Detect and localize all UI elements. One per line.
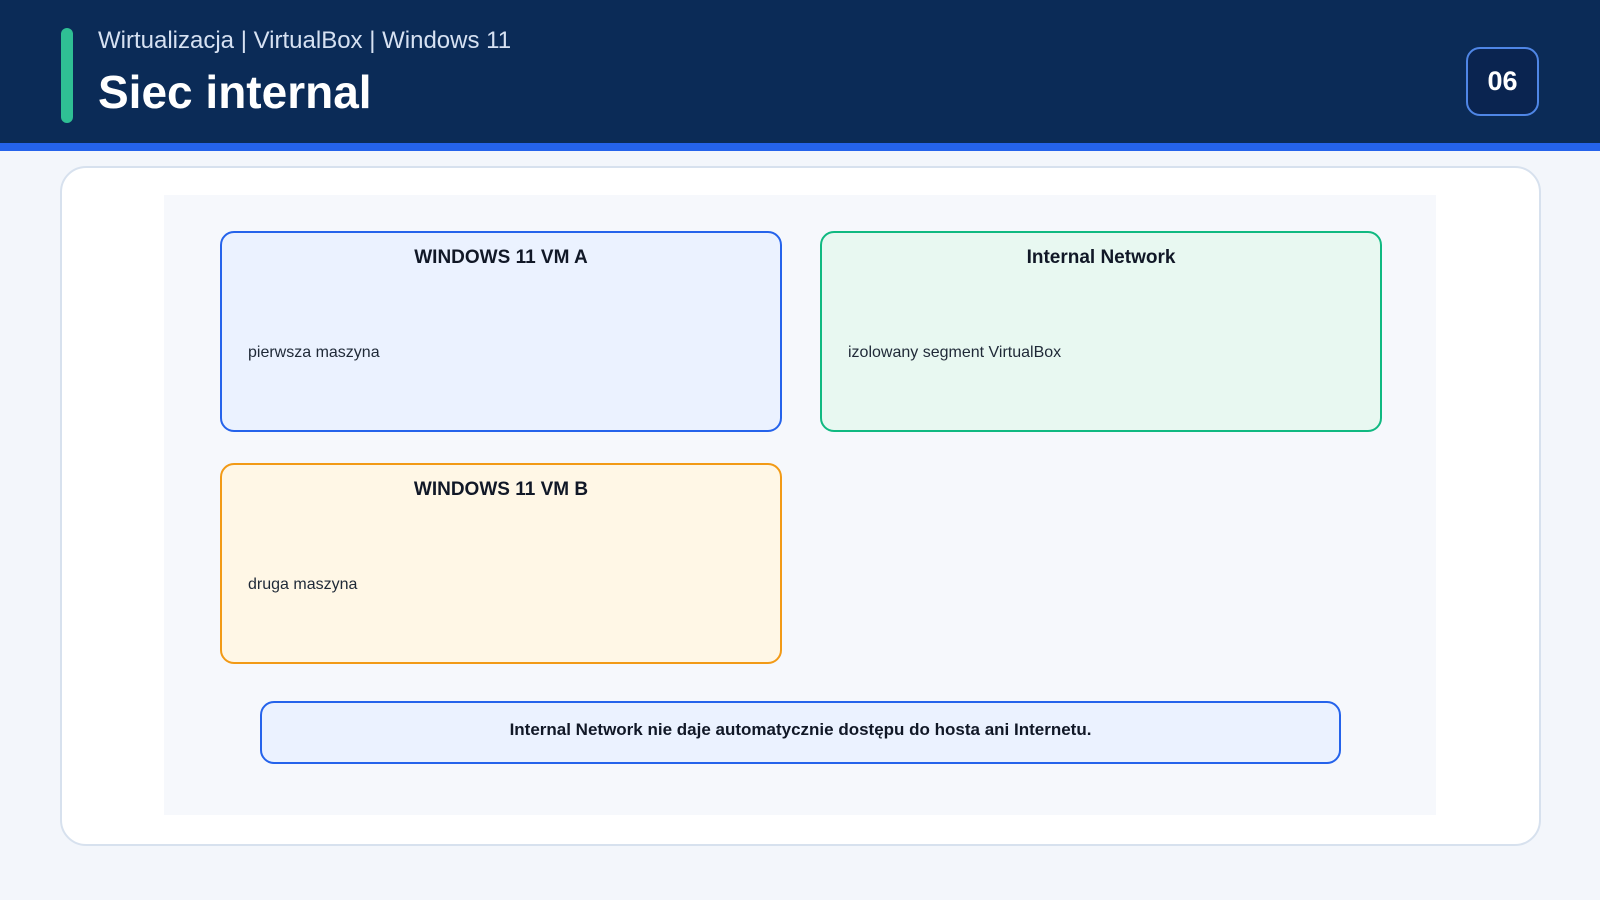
page-number-badge: 06 bbox=[1466, 47, 1539, 116]
node-vm-a-title: WINDOWS 11 VM A bbox=[414, 247, 588, 268]
node-vm-a-description: pierwsza maszyna bbox=[248, 344, 380, 361]
node-vm-b-title: WINDOWS 11 VM B bbox=[413, 479, 589, 500]
header-stripe bbox=[0, 143, 1600, 151]
node-vm-b: WINDOWS 11 VM B druga maszyna bbox=[220, 463, 782, 664]
page-title: Siec internal bbox=[98, 66, 372, 118]
note-text: Internal Network nie daje automatycznie … bbox=[509, 720, 1092, 739]
node-vm-b-description: druga maszyna bbox=[248, 576, 358, 593]
note-box: Internal Network nie daje automatycznie … bbox=[260, 701, 1341, 764]
node-vm-a: WINDOWS 11 VM A pierwsza maszyna bbox=[220, 231, 782, 432]
node-internal-network: Internal Network izolowany segment Virtu… bbox=[820, 231, 1382, 432]
node-internal-network-description: izolowany segment VirtualBox bbox=[848, 344, 1062, 361]
accent-bar bbox=[61, 28, 73, 123]
breadcrumb-subtitle: Wirtualizacja | VirtualBox | Windows 11 bbox=[98, 27, 512, 54]
node-internal-network-title: Internal Network bbox=[1026, 247, 1176, 268]
